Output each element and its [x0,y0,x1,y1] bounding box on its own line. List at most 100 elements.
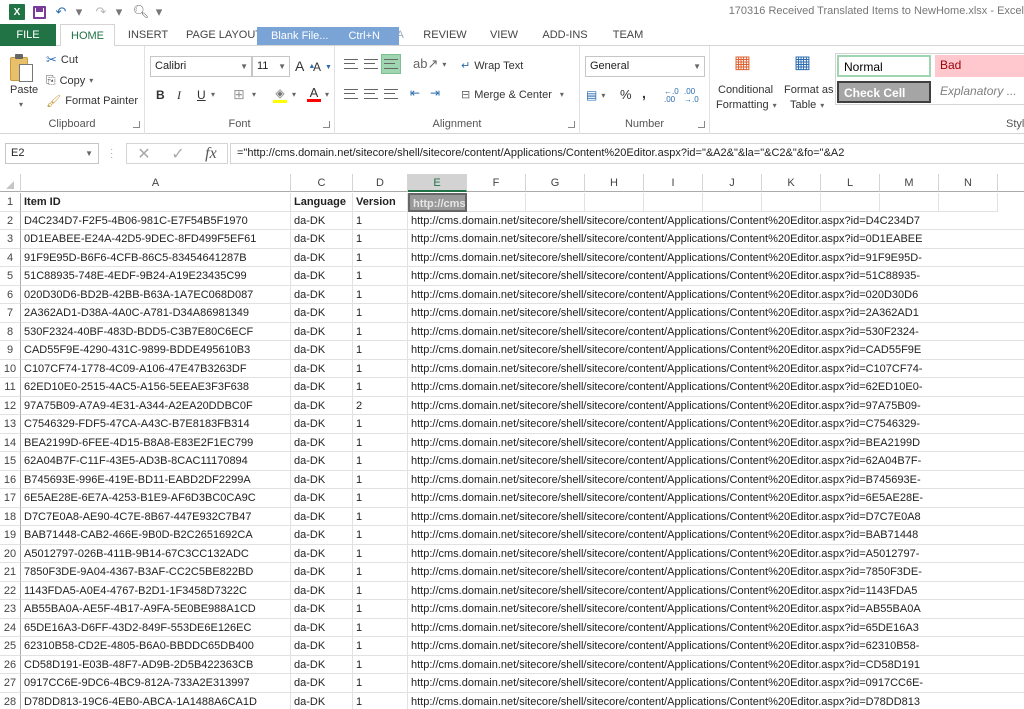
empty-cell[interactable] [703,193,762,212]
borders-dropdown-icon[interactable]: ▾ [252,90,256,99]
cell-item-id[interactable]: A5012797-026B-411B-9B14-67C3CC132ADC [21,544,291,563]
merge-center-button[interactable]: ⊟ Merge & Center ▾ [461,88,564,102]
cell-version[interactable]: 1 [353,489,408,508]
alignment-launcher-icon[interactable] [568,121,575,128]
cell-version[interactable]: 1 [353,581,408,600]
clipboard-launcher-icon[interactable] [133,121,140,128]
row-header[interactable]: 12 [0,396,21,415]
cell-language[interactable]: da-DK [291,267,353,286]
column-header-e[interactable]: E [408,174,467,192]
cell-url[interactable]: http://cms.domain.net/sitecore/shell/sit… [408,544,1024,563]
cell-language[interactable]: da-DK [291,415,353,434]
row-header[interactable]: 17 [0,489,21,508]
cell-version[interactable]: 1 [353,322,408,341]
cell-version[interactable]: 1 [353,378,408,397]
cell-item-id[interactable]: 0D1EABEE-E24A-42D5-9DEC-8FD499F5EF61 [21,230,291,249]
cell-version[interactable]: 1 [353,285,408,304]
cell-item-id[interactable]: 1143FDA5-A0E4-4767-B2D1-1F3458D7322C [21,581,291,600]
cell-item-id[interactable]: 97A75B09-A7A9-4E31-A344-A2EA20DDBC0F [21,396,291,415]
cell-language[interactable]: da-DK [291,674,353,693]
cell-item-id[interactable]: B745693E-996E-419E-BD11-EABD2DF2299A [21,470,291,489]
italic-button[interactable]: I [177,88,181,103]
font-color-dropdown-icon[interactable]: ▾ [325,90,329,99]
cell-language[interactable]: da-DK [291,322,353,341]
bottom-align-icon[interactable] [381,54,401,74]
cell-item-id[interactable]: 62A04B7F-C11F-43E5-AD3B-8CAC11170894 [21,452,291,471]
row-header[interactable]: 21 [0,563,21,582]
copy-dropdown-icon[interactable]: ▾ [89,76,93,85]
orientation-icon[interactable]: ab↗ ▾ [413,56,446,72]
font-name-combo[interactable]: Calibri ▼ [150,56,252,77]
cell-item-id[interactable]: 62ED10E0-2515-4AC5-A156-5EEAE3F3F638 [21,378,291,397]
cell-version[interactable]: 1 [353,507,408,526]
cell-item-id[interactable]: C107CF74-1778-4C09-A106-47E47B3263DF [21,359,291,378]
row-header[interactable]: 15 [0,452,21,471]
format-painter-button[interactable]: 🖌︎ Format Painter [46,94,138,108]
cell-item-id[interactable]: BAB71448-CAB2-466E-9B0D-B2C2651692CA [21,526,291,545]
row-header[interactable]: 22 [0,581,21,600]
number-launcher-icon[interactable] [698,121,705,128]
cell-language[interactable]: da-DK [291,655,353,674]
cell-version[interactable]: 1 [353,692,408,709]
cell-url[interactable]: http://cms.domain.net/sitecore/shell/sit… [408,655,1024,674]
cell-url[interactable]: http://cms.domain.net/sitecore/shell/sit… [408,452,1024,471]
font-launcher-icon[interactable] [323,121,330,128]
accounting-format-icon[interactable]: ▤ ▾ [586,88,605,102]
cell-version[interactable]: 2 [353,396,408,415]
cell-version[interactable]: 1 [353,359,408,378]
cancel-icon[interactable]: ✕ [137,144,150,164]
name-box[interactable]: E2 ▼ [5,143,99,164]
fill-color-button[interactable]: ◈ [273,86,287,103]
empty-cell[interactable] [644,193,703,212]
cell-language[interactable]: da-DK [291,248,353,267]
align-right-icon[interactable] [381,84,401,104]
increase-decimal-icon[interactable]: ←.0.00 [664,88,679,104]
cell-url[interactable]: http://cms.domain.net/sitecore/shell/sit… [408,396,1024,415]
borders-icon[interactable]: ⊞ [233,86,245,103]
row-header[interactable]: 6 [0,285,21,304]
cell-version[interactable]: 1 [353,211,408,230]
cell-version[interactable]: 1 [353,637,408,656]
cell-version[interactable]: 1 [353,600,408,619]
cut-button[interactable]: ✂ Cut [46,52,78,68]
row-header[interactable]: 2 [0,211,21,230]
top-align-icon[interactable] [341,54,361,74]
cell-language[interactable]: da-DK [291,230,353,249]
cell-version[interactable]: 1 [353,433,408,452]
tab-review[interactable]: REVIEW [420,24,470,46]
column-header-l[interactable]: L [821,174,880,192]
customize-qat-icon[interactable]: ▾ [148,2,170,22]
fill-dropdown-icon[interactable]: ▾ [292,90,296,99]
cell-language[interactable]: da-DK [291,526,353,545]
decrease-decimal-icon[interactable]: .00 →.0 [684,88,699,104]
cell-url[interactable]: http://cms.domain.net/sitecore/shell/sit… [408,600,1024,619]
comma-button[interactable]: , [642,85,646,101]
empty-cell[interactable] [821,193,880,212]
cell-url[interactable]: http://cms.domain.net/sitecore/shell/sit… [408,526,1024,545]
cell-item-id[interactable]: D4C234D7-F2F5-4B06-981C-E7F54B5F1970 [21,211,291,230]
empty-cell[interactable] [526,193,585,212]
row-header[interactable]: 1 [0,193,21,212]
tab-file[interactable]: FILE [0,24,56,46]
style-explanatory[interactable]: Explanatory ... [935,81,1024,103]
cell-url[interactable]: http://cms.domain.net/sitecore/shell/sit… [408,248,1024,267]
column-header-g[interactable]: G [526,174,585,192]
insert-function-icon[interactable]: fx [205,145,217,163]
style-normal[interactable]: Normal [837,55,931,77]
style-bad[interactable]: Bad [935,55,1024,77]
underline-button[interactable]: U [197,88,206,102]
cell-language[interactable]: da-DK [291,507,353,526]
cell-item-id[interactable]: BEA2199D-6FEE-4D15-B8A8-E83E2F1EC799 [21,433,291,452]
column-header-a[interactable]: A [21,174,291,192]
cell-url[interactable]: http://cms.domain.net/sitecore/shell/sit… [408,378,1024,397]
cell-item-id[interactable]: 7850F3DE-9A04-4367-B3AF-CC2C5BE822BD [21,563,291,582]
copy-button[interactable]: ⎘ Copy ▾ [46,73,93,88]
column-header-o[interactable] [998,174,1024,192]
cell-version[interactable]: 1 [353,230,408,249]
cell-language[interactable]: da-DK [291,341,353,360]
cell-url[interactable]: http://cms.domain.net/sitecore/shell/sit… [408,433,1024,452]
column-header-m[interactable]: M [880,174,939,192]
cell-url[interactable]: http://cms.domain.net/sitecore/shell/sit… [408,581,1024,600]
tab-insert[interactable]: INSERT [125,24,171,46]
empty-cell[interactable] [585,193,644,212]
